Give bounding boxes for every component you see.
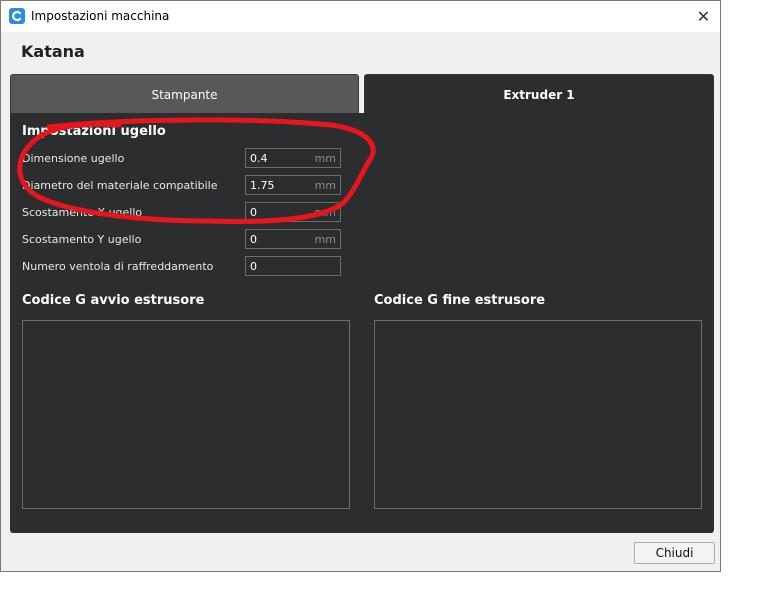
title-bar: Impostazioni macchina ✕ <box>1 1 720 32</box>
close-icon[interactable]: ✕ <box>687 1 720 32</box>
nozzle-offset-y-label: Scostamento Y ugello <box>22 233 142 246</box>
nozzle-size-field[interactable]: 0.4 mm <box>245 148 341 168</box>
material-diameter-field[interactable]: 1.75 mm <box>245 175 341 195</box>
material-diameter-label: Diametro del materiale compatibile <box>22 179 218 192</box>
nozzle-size-label: Dimensione ugello <box>22 152 125 165</box>
end-gcode-heading: Codice G fine estrusore <box>374 293 546 308</box>
machine-name: Katana <box>21 42 85 61</box>
tab-printer[interactable]: Stampante <box>10 74 359 114</box>
extruder-settings-panel: Impostazioni ugello Dimensione ugello 0.… <box>10 113 714 533</box>
nozzle-offset-x-unit: mm <box>314 206 336 219</box>
nozzle-settings-heading: Impostazioni ugello <box>22 124 166 139</box>
cooling-fan-number-label: Numero ventola di raffreddamento <box>22 260 214 273</box>
close-button[interactable]: Chiudi <box>634 542 715 564</box>
nozzle-offset-y-field[interactable]: 0 mm <box>245 229 341 249</box>
material-diameter-value: 1.75 <box>250 179 275 192</box>
nozzle-offset-x-label: Scostamento X ugello <box>22 206 143 219</box>
nozzle-size-value: 0.4 <box>250 152 268 165</box>
cooling-fan-number-value: 0 <box>250 260 257 273</box>
window-title: Impostazioni macchina <box>31 9 170 23</box>
cura-logo-icon <box>9 8 25 24</box>
machine-settings-dialog: Impostazioni macchina ✕ Katana Stampante… <box>0 0 721 572</box>
start-gcode-textarea[interactable] <box>22 320 350 509</box>
nozzle-offset-x-value: 0 <box>250 206 257 219</box>
material-diameter-unit: mm <box>314 179 336 192</box>
nozzle-offset-y-value: 0 <box>250 233 257 246</box>
start-gcode-heading: Codice G avvio estrusore <box>22 293 205 308</box>
nozzle-offset-y-unit: mm <box>314 233 336 246</box>
tab-extruder-1[interactable]: Extruder 1 <box>364 74 714 114</box>
cooling-fan-number-field[interactable]: 0 <box>245 256 341 276</box>
end-gcode-textarea[interactable] <box>374 320 702 509</box>
nozzle-size-unit: mm <box>314 152 336 165</box>
nozzle-offset-x-field[interactable]: 0 mm <box>245 202 341 222</box>
